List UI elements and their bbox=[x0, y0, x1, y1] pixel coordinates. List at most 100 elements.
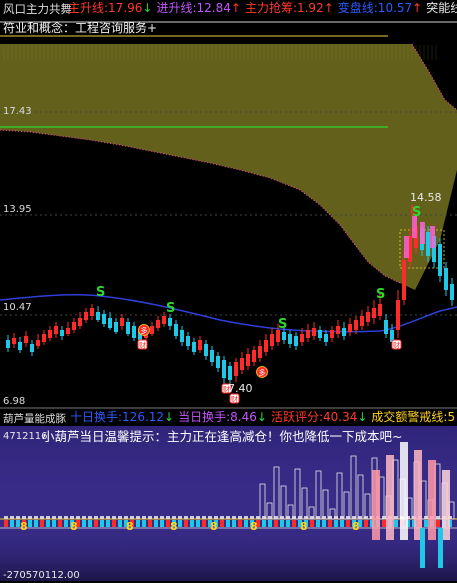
volume-cap bbox=[40, 516, 44, 519]
volume-cap bbox=[64, 516, 68, 519]
candle-body bbox=[120, 318, 124, 326]
stock-chart-app: SSSSS多多财财财财 88888888 风口主力共舞 主升线:17.96↓ 进升… bbox=[0, 0, 457, 581]
volume-bar bbox=[226, 520, 230, 527]
top-stat-text-4: 突能线 bbox=[426, 1, 457, 15]
candle-body bbox=[132, 326, 136, 338]
candle-body bbox=[42, 334, 46, 342]
candle-body bbox=[222, 360, 226, 378]
candle-body bbox=[348, 324, 352, 332]
candle-body bbox=[378, 304, 382, 316]
candle-body bbox=[354, 320, 358, 330]
bottom-stat-arrow-1: ↓ bbox=[256, 410, 267, 424]
volume-bar bbox=[118, 520, 122, 527]
bottom-stat-text-0: 十日换手:126.12 bbox=[70, 410, 165, 424]
candle-body bbox=[246, 354, 250, 366]
candle-body bbox=[270, 334, 274, 346]
volume-bar bbox=[10, 520, 14, 527]
candle-body bbox=[426, 232, 430, 256]
candle-body bbox=[36, 340, 40, 346]
volume-cap bbox=[16, 516, 20, 519]
volume-cap bbox=[184, 516, 188, 519]
candle-body bbox=[156, 320, 160, 328]
volume-bar bbox=[424, 520, 428, 527]
volume-cap bbox=[52, 516, 56, 519]
sell-signal-marker: S bbox=[412, 205, 421, 220]
negative-volume-bar bbox=[438, 528, 443, 568]
volume-cap bbox=[154, 516, 158, 519]
candle-body bbox=[96, 312, 100, 320]
volume-top-value: 4712116 bbox=[3, 431, 48, 442]
volume-bar bbox=[88, 520, 92, 527]
candle-body bbox=[372, 308, 376, 318]
volume-bar bbox=[316, 520, 320, 527]
candle-body bbox=[294, 336, 298, 346]
candle-body bbox=[360, 316, 364, 326]
candle-body bbox=[12, 338, 16, 344]
candle-body bbox=[228, 366, 232, 380]
candle-body bbox=[450, 284, 454, 300]
candle-body bbox=[78, 318, 82, 326]
volume-bar bbox=[184, 520, 188, 527]
volume-cap bbox=[160, 516, 164, 519]
volume-cap bbox=[256, 516, 260, 519]
gourd-icon: 8 bbox=[170, 520, 178, 533]
volume-bar bbox=[106, 520, 110, 527]
volume-bar bbox=[100, 520, 104, 527]
volume-cap bbox=[76, 516, 80, 519]
volume-cap bbox=[106, 516, 110, 519]
candle-body bbox=[384, 320, 388, 334]
top-stat-2: 主力抢筹:1.92↑ bbox=[245, 1, 334, 15]
top-indicator-name[interactable]: 风口主力共舞 bbox=[3, 2, 72, 16]
sell-signal-marker: S bbox=[166, 301, 175, 316]
volume-cap bbox=[136, 516, 140, 519]
candle-body bbox=[90, 308, 94, 316]
volume-bar bbox=[34, 520, 38, 527]
volume-cap bbox=[202, 516, 206, 519]
volume-cap bbox=[148, 516, 152, 519]
candle-body bbox=[6, 340, 10, 348]
volume-cap bbox=[178, 516, 182, 519]
volume-cap bbox=[88, 516, 92, 519]
gourd-icon: 8 bbox=[126, 520, 134, 533]
candle-body bbox=[312, 328, 316, 336]
bottom-indicator-name[interactable]: 葫芦量能成豚 bbox=[3, 412, 66, 426]
candle-body bbox=[180, 330, 184, 342]
volume-bar bbox=[58, 520, 62, 527]
volume-cap bbox=[250, 516, 254, 519]
gourd-icon: 8 bbox=[352, 520, 360, 533]
candle-body bbox=[54, 326, 58, 334]
candle-body bbox=[48, 330, 52, 338]
bottom-stat-1: 当日换手:8.46↓ bbox=[178, 410, 267, 424]
volume-cap bbox=[34, 516, 38, 519]
cai-badge-label: 财 bbox=[139, 341, 146, 350]
bottom-stat-3: 成交额警戒线:5 bbox=[371, 410, 455, 424]
volume-bar bbox=[238, 520, 242, 527]
bottom-stats-row: 十日换手:126.12↓ 当日换手:8.46↓ 活跃评分:40.34↓ 成交额警戒线:… bbox=[70, 410, 457, 424]
candle-body bbox=[114, 322, 118, 332]
volume-bar bbox=[310, 520, 314, 527]
chart-canvas[interactable]: SSSSS多多财财财财 88888888 bbox=[0, 0, 457, 581]
top-stat-arrow-2: ↑ bbox=[323, 1, 334, 15]
volume-cap bbox=[166, 516, 170, 519]
gourd-icon: 8 bbox=[300, 520, 308, 533]
volume-cap bbox=[118, 516, 122, 519]
volume-bar bbox=[28, 520, 32, 527]
candle-body bbox=[30, 344, 34, 352]
top-stat-arrow-1: ↑ bbox=[230, 1, 241, 15]
volume-bar bbox=[328, 520, 332, 527]
bottom-stat-arrow-2: ↓ bbox=[357, 410, 368, 424]
large-volume-bar bbox=[428, 460, 436, 540]
highlight-candle bbox=[420, 222, 425, 244]
candle-body bbox=[258, 346, 262, 358]
candle-body bbox=[444, 268, 448, 290]
volume-cap bbox=[244, 516, 248, 519]
volume-cap bbox=[238, 516, 242, 519]
volume-bar bbox=[346, 520, 350, 527]
gourd-icon: 8 bbox=[20, 520, 28, 533]
volume-cap bbox=[226, 516, 230, 519]
candle-body bbox=[306, 330, 310, 338]
candle-body bbox=[336, 326, 340, 334]
volume-cap bbox=[4, 516, 8, 519]
top-stat-text-1: 进升线:12.84 bbox=[156, 1, 231, 15]
top-stat-text-3: 变盘线:10.57 bbox=[337, 1, 413, 15]
